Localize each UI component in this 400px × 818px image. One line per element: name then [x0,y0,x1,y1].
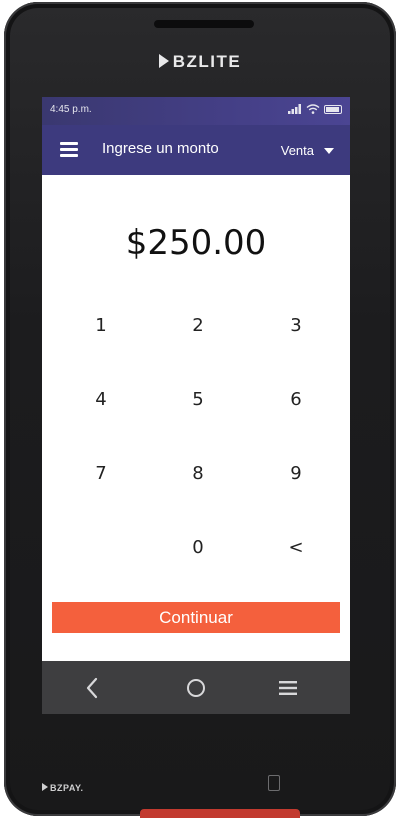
key-5[interactable]: 5 [163,382,233,418]
home-icon[interactable] [181,673,211,703]
backspace-key[interactable]: < [261,530,331,566]
amount-display: $250.00 [125,223,267,263]
caret-down-icon [324,147,334,154]
continue-button[interactable]: Continuar [52,602,340,633]
status-bar: 4:45 p.m. [42,97,350,125]
transaction-type-label: Venta [280,143,314,158]
key-3[interactable]: 3 [261,308,331,344]
key-0[interactable]: 0 [163,530,233,566]
status-time: 4:45 p.m. [50,104,92,115]
speaker-grille [154,20,254,28]
hamburger-menu-icon[interactable] [60,142,78,157]
device-screen: 4:45 p.m. Ingrese un monto Venta $250.00… [42,97,350,714]
bottom-brand-name: BZPAY. [50,783,84,793]
bottom-brand-logo: BZPAY. [42,783,84,793]
card-slot-icon [268,775,280,791]
play-logo-icon [158,54,169,68]
signal-icon [288,104,301,114]
status-icons [288,104,342,114]
device-red-accent [140,809,300,818]
brand-name: BZLITE [172,52,242,71]
transaction-type-dropdown[interactable]: Venta [281,143,334,158]
key-2[interactable]: 2 [163,308,233,344]
screen-title: Ingrese un monto [102,140,219,157]
wifi-icon [306,104,320,114]
back-icon[interactable] [78,673,108,703]
device-brand-logo: BZLITE [0,52,400,72]
android-nav-bar [42,661,350,714]
app-header: Ingrese un monto Venta [42,125,350,175]
menu-icon[interactable] [273,673,303,703]
play-logo-icon [42,783,48,791]
key-4[interactable]: 4 [66,382,136,418]
key-7[interactable]: 7 [66,456,136,492]
key-6[interactable]: 6 [261,382,331,418]
battery-icon [324,104,342,114]
key-1[interactable]: 1 [66,308,136,344]
key-8[interactable]: 8 [163,456,233,492]
key-9[interactable]: 9 [261,456,331,492]
